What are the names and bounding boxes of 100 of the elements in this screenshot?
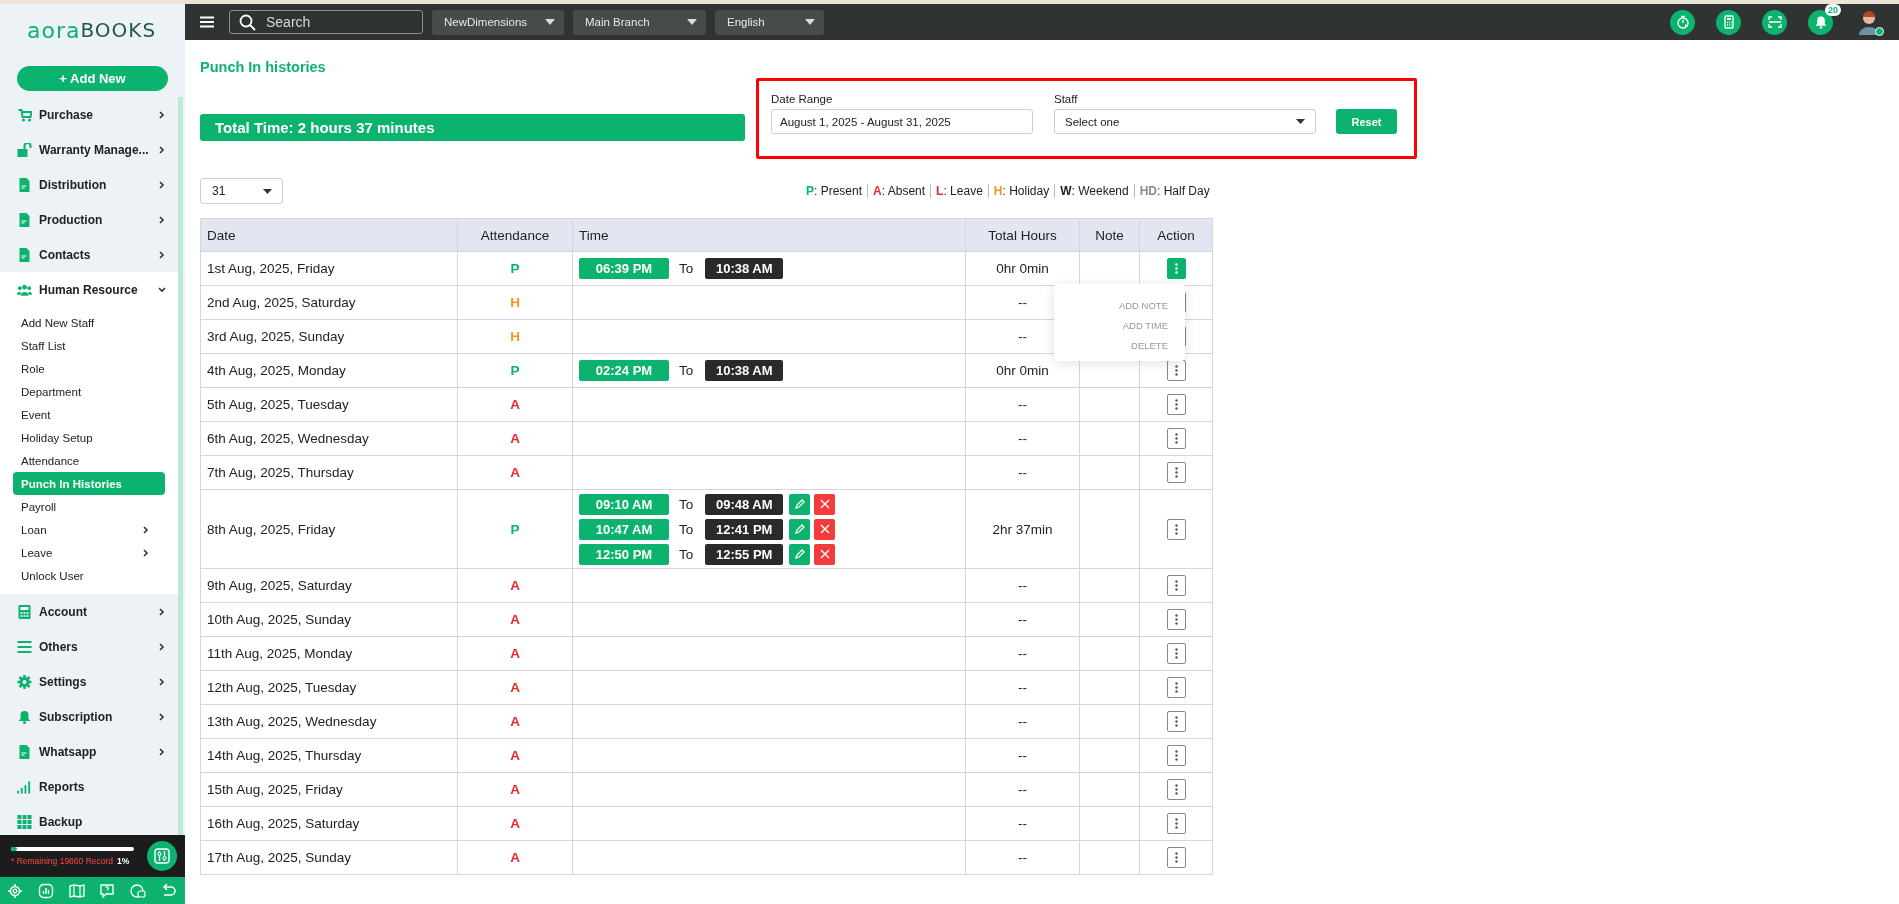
edit-button[interactable] <box>789 518 811 540</box>
row-actions-button[interactable] <box>1166 609 1186 630</box>
menu-item[interactable]: Contacts <box>0 237 178 272</box>
row-actions-button[interactable] <box>1166 462 1186 483</box>
list-icon <box>17 639 32 654</box>
caret-down-icon <box>545 19 555 25</box>
date-cell: 5th Aug, 2025, Tuesday <box>200 387 458 422</box>
row-actions-button[interactable] <box>1166 677 1186 698</box>
bell-icon <box>1813 15 1828 29</box>
submenu-item[interactable]: Payroll <box>13 495 165 518</box>
signal-bars-icon <box>17 779 32 794</box>
row-actions-button[interactable] <box>1166 847 1186 868</box>
submenu-item[interactable]: Leave <box>13 541 165 564</box>
date-cell: 9th Aug, 2025, Saturday <box>200 568 458 603</box>
menu-item[interactable]: Others <box>0 629 178 664</box>
more-vertical-icon <box>1174 682 1178 693</box>
submenu-item[interactable]: Unlock User <box>13 564 165 587</box>
menu-button[interactable] <box>200 16 214 28</box>
more-vertical-icon <box>1174 467 1178 478</box>
page-size-select[interactable]: 31 <box>200 178 283 204</box>
punch-in-time: 06:39 PM <box>579 258 669 279</box>
date-cell: 13th Aug, 2025, Wednesday <box>200 704 458 739</box>
more-vertical-icon <box>1174 399 1178 410</box>
row-actions-button[interactable] <box>1166 518 1186 540</box>
legend-item: A: Absent <box>867 184 931 198</box>
attendance-code: A <box>457 738 573 773</box>
more-vertical-icon <box>1174 648 1178 659</box>
menu-item[interactable]: Account <box>0 594 178 629</box>
submenu-item[interactable]: Event <box>13 403 165 426</box>
field-label: Date Range <box>771 93 834 105</box>
more-vertical-icon <box>1174 365 1178 376</box>
row-actions-button[interactable] <box>1166 813 1186 834</box>
date-cell: 3rd Aug, 2025, Sunday <box>200 319 458 354</box>
submenu-item[interactable]: Department <box>13 380 165 403</box>
legend-item: L: Leave <box>930 184 988 198</box>
attendance-code: A <box>457 455 573 490</box>
scan-button[interactable] <box>1762 9 1787 35</box>
submenu-item[interactable]: Add New Staff <box>13 311 165 334</box>
menu-item[interactable]: Production <box>0 202 178 237</box>
staff-select[interactable]: Select one <box>1054 109 1316 134</box>
timer-button[interactable] <box>1670 9 1695 35</box>
edit-button[interactable] <box>789 543 811 565</box>
total-hours-cell: -- <box>965 806 1080 841</box>
dropdown[interactable]: English <box>715 9 824 35</box>
row-actions-button[interactable] <box>1166 258 1186 279</box>
delete-button[interactable] <box>814 543 836 565</box>
menu-item[interactable]: Distribution <box>0 167 178 202</box>
attendance-code: A <box>457 387 573 422</box>
row-actions-button[interactable] <box>1166 711 1186 732</box>
submenu-item[interactable]: Staff List <box>13 334 165 357</box>
menu-item[interactable]: Whatsapp <box>0 734 178 769</box>
menu-item[interactable]: Backup <box>0 804 178 835</box>
total-hours-cell: -- <box>965 455 1080 490</box>
dropdown[interactable]: Main Branch <box>573 9 706 35</box>
delete-button[interactable] <box>814 493 836 515</box>
search-field[interactable]: Search <box>229 10 423 34</box>
menu-item[interactable]: Settings <box>0 664 178 699</box>
submenu-item[interactable]: Holiday Setup <box>13 426 165 449</box>
row-actions-button[interactable] <box>1166 428 1186 449</box>
date-cell: 17th Aug, 2025, Sunday <box>200 840 458 875</box>
to-label: To <box>679 521 694 537</box>
row-actions-button[interactable] <box>1166 643 1186 664</box>
submenu-item[interactable]: Loan <box>13 518 165 541</box>
sliders-button[interactable] <box>147 841 177 871</box>
usage-percent: 1% <box>117 855 130 866</box>
row-actions-button[interactable] <box>1166 575 1186 596</box>
attendance-code: A <box>457 636 573 671</box>
attendance-code: A <box>457 772 573 807</box>
menu-item[interactable]: Human Resource <box>0 272 178 307</box>
punch-out-time: 12:55 PM <box>705 543 784 565</box>
legend-item: HD: Half Day <box>1133 184 1215 198</box>
date-range-field[interactable]: August 1, 2025 - August 31, 2025 <box>771 109 1033 134</box>
user-avatar[interactable] <box>1856 9 1882 35</box>
attendance-code: A <box>457 670 573 705</box>
row-actions-button[interactable] <box>1166 394 1186 415</box>
row-actions-button[interactable] <box>1166 360 1186 381</box>
logo: aoraBOOKS <box>26 16 158 45</box>
edit-button[interactable] <box>789 493 811 515</box>
column-header: Action <box>1139 218 1213 252</box>
to-label: To <box>679 363 694 378</box>
pencil-icon <box>794 524 805 534</box>
date-cell: 10th Aug, 2025, Sunday <box>200 602 458 637</box>
column-header: Total Hours <box>965 218 1080 252</box>
row-actions-button[interactable] <box>1166 779 1186 800</box>
menu-item[interactable]: Reports <box>0 769 178 804</box>
submenu-item[interactable]: Role <box>13 357 165 380</box>
attendance-code: H <box>457 285 573 320</box>
delete-button[interactable] <box>814 518 836 540</box>
date-cell: 4th Aug, 2025, Monday <box>200 353 458 388</box>
menu-item[interactable]: Subscription <box>0 699 178 734</box>
submenu-item[interactable]: Attendance <box>13 449 165 472</box>
page-title: Punch In histories <box>200 58 327 77</box>
help-icon <box>99 882 116 899</box>
legend-item: W: Weekend <box>1054 184 1134 198</box>
menu-item[interactable]: Warranty Manage... <box>0 132 178 167</box>
menu-item[interactable]: Purchase <box>0 97 178 132</box>
dropdown[interactable]: NewDimensions <box>432 9 564 35</box>
calculator-button[interactable] <box>1716 9 1741 35</box>
row-actions-button[interactable] <box>1166 745 1186 766</box>
more-vertical-icon <box>1174 580 1178 591</box>
